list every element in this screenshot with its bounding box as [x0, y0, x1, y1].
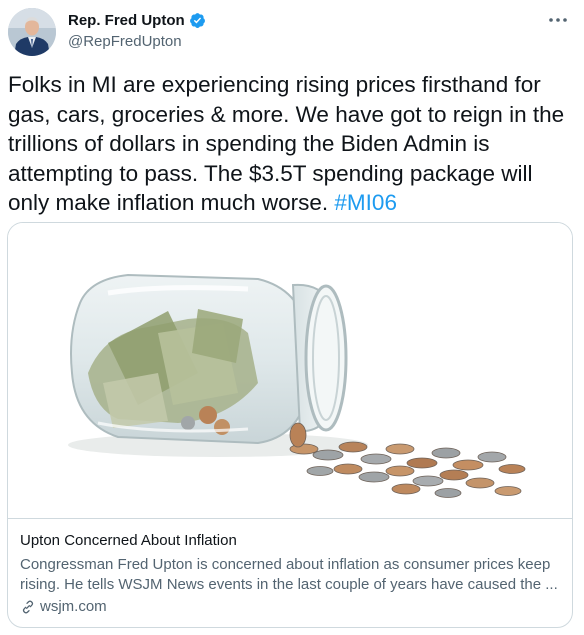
card-body: Upton Concerned About Inflation Congress… — [20, 531, 560, 617]
tweet: Rep. Fred Upton @RepFredUpton Folks in M… — [0, 0, 584, 635]
card-title: Upton Concerned About Inflation — [20, 532, 237, 549]
more-options-button[interactable] — [544, 8, 572, 32]
display-name[interactable]: Rep. Fred Upton — [68, 12, 185, 29]
ellipsis-icon — [549, 18, 567, 22]
name-row: Rep. Fred Upton — [68, 10, 206, 30]
avatar[interactable] — [8, 8, 56, 56]
avatar-photo-icon — [8, 8, 56, 56]
tweet-text: Folks in MI are experiencing rising pric… — [8, 70, 578, 218]
card-domain-text: wsjm.com — [40, 598, 107, 615]
card-image[interactable] — [8, 223, 572, 519]
tweet-body-text: Folks in MI are experiencing rising pric… — [8, 72, 565, 215]
author-names: Rep. Fred Upton @RepFredUpton — [68, 10, 206, 50]
link-icon — [22, 600, 34, 614]
card-description: Congressman Fred Upton is concerned abou… — [20, 556, 558, 593]
card-domain: wsjm.com — [20, 597, 560, 617]
link-card[interactable]: Upton Concerned About Inflation Congress… — [7, 222, 573, 628]
money-jar-image — [68, 273, 526, 498]
tweet-header: Rep. Fred Upton @RepFredUpton — [8, 6, 576, 56]
hashtag-link[interactable]: #MI06 — [334, 190, 397, 215]
author-handle[interactable]: @RepFredUpton — [68, 33, 206, 50]
verified-badge-icon — [189, 12, 205, 28]
